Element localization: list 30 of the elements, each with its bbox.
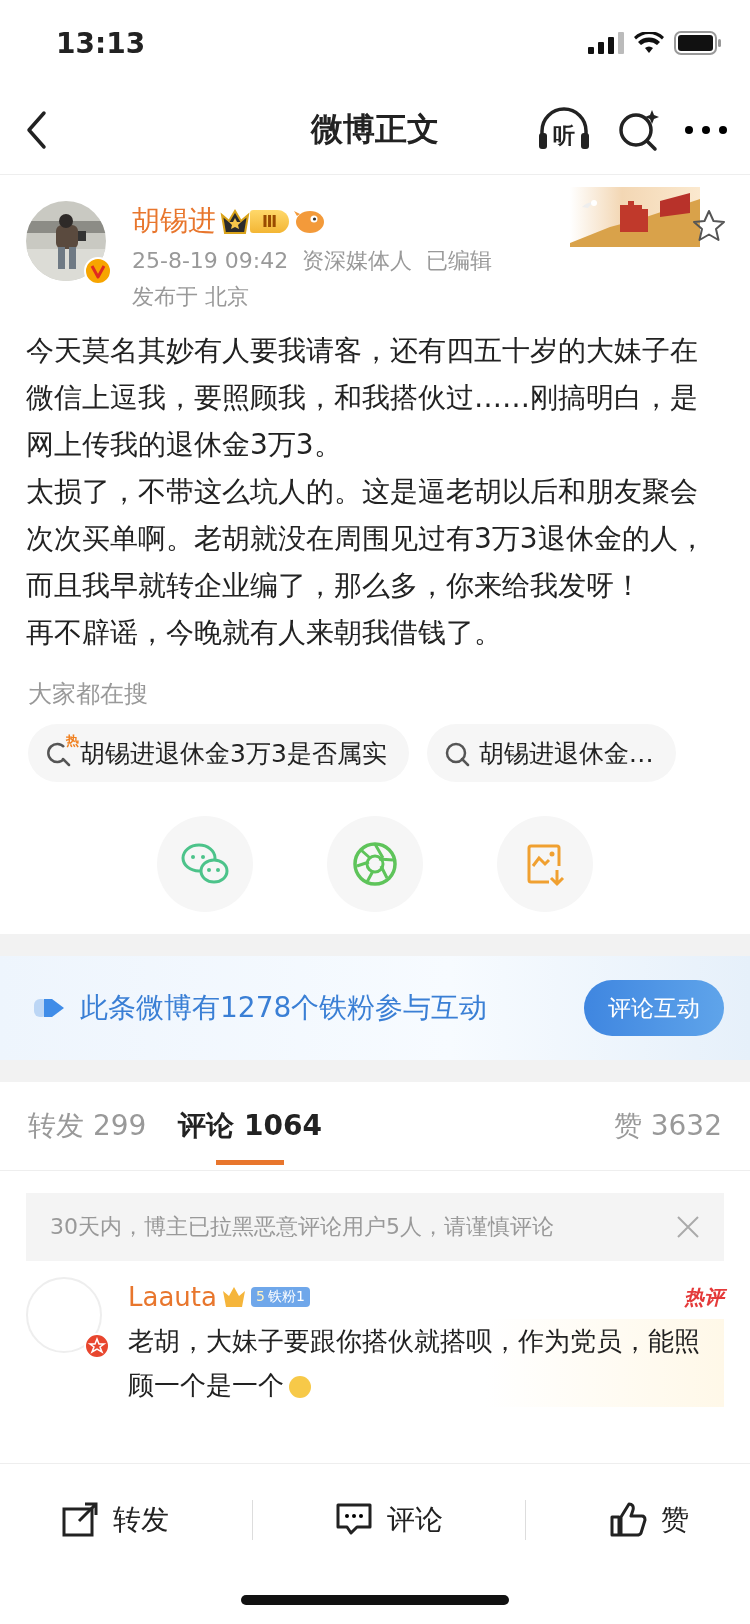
thumbs-up-icon bbox=[608, 1501, 647, 1539]
signal-icon bbox=[588, 32, 624, 54]
badge-icon bbox=[84, 1333, 110, 1359]
action-button[interactable]: 赞 bbox=[568, 1501, 729, 1539]
notice-text: 30天内，博主已拉黑恶意评论用户5人，请谨慎评论 bbox=[50, 1213, 554, 1241]
search-icon[interactable] bbox=[616, 108, 660, 152]
post-time: 25-8-19 09:42 bbox=[132, 247, 289, 275]
more-icon[interactable] bbox=[684, 125, 728, 135]
edited-label: 已编辑 bbox=[426, 247, 493, 275]
search-suggestion[interactable]: 胡锡进退休金… bbox=[426, 724, 676, 782]
action-button[interactable]: 评论 bbox=[294, 1501, 483, 1539]
action-button[interactable]: 转发 bbox=[21, 1501, 210, 1539]
listen-button[interactable]: 听 bbox=[536, 107, 592, 153]
crown-icon bbox=[220, 207, 250, 235]
emoji-icon bbox=[288, 1374, 312, 1399]
banner-text: 此条微博有1278个铁粉参与互动 bbox=[80, 990, 488, 1026]
battery-icon bbox=[674, 31, 722, 55]
hot-label: 热 bbox=[66, 732, 79, 750]
level-badge: Ⅲ bbox=[250, 209, 290, 233]
fan-badge: 5 铁粉1 bbox=[250, 1287, 310, 1307]
post-location: 发布于 北京 bbox=[132, 283, 250, 311]
author-tag: 资深媒体人 bbox=[302, 245, 413, 277]
share-icon bbox=[61, 1501, 100, 1539]
page-title: 微博正文 bbox=[311, 109, 439, 150]
section-heading: 大家都在搜 bbox=[27, 679, 149, 710]
star-icon[interactable] bbox=[692, 209, 726, 243]
comment-text: 老胡，大妹子要跟你搭伙就搭呗，作为党员，能照顾一个是一个 bbox=[128, 1319, 724, 1407]
clock-time: 13:13 bbox=[56, 26, 146, 60]
post-text: 今天莫名其妙有人要我请客，还有四五十岁的大妹子在微信上逗我，要照顾我，和我搭伙过……刚搞明白，是网上传我的退休金3万3。 太损了，不带这么坑人的。这是逼老胡以后和朋友聚会次次买单啊。老胡就没在周围见过有3万3退休金的人，而且我早就转企业编了，那么多，你来给我发呀！ 再不辟谣，今晚就有人来朝我借钱了。 bbox=[25, 333, 707, 651]
wifi-icon bbox=[634, 32, 664, 54]
